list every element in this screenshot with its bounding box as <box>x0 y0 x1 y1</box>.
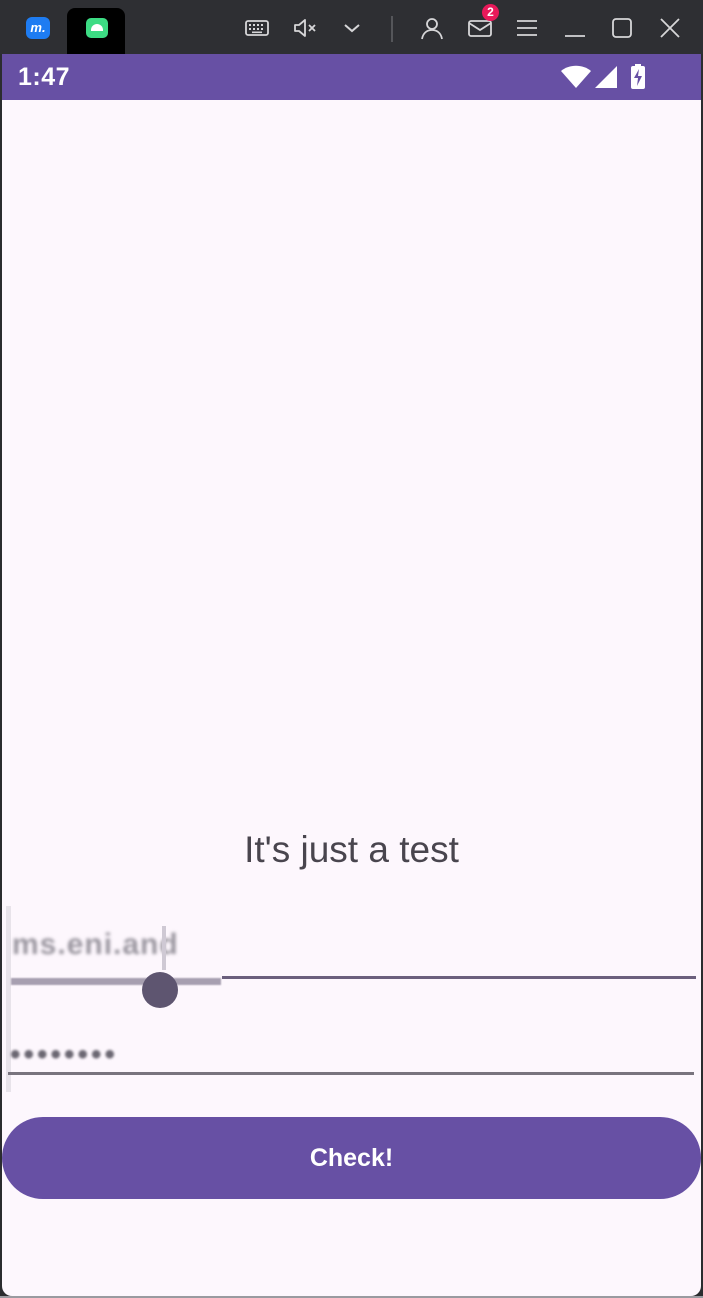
close-icon[interactable] <box>656 14 684 42</box>
password-underline <box>8 1072 694 1075</box>
mail-badge: 2 <box>482 4 499 21</box>
password-value: •••••••• <box>10 1038 119 1071</box>
username-value: ms.eni.and <box>12 928 179 961</box>
minimize-icon[interactable] <box>561 14 589 42</box>
battery-charging-icon <box>630 64 646 95</box>
field-underline <box>222 976 696 979</box>
emulator-titlebar: m. 2 <box>0 0 703 54</box>
status-time: 1:47 <box>18 63 71 91</box>
check-button[interactable]: Check! <box>2 1117 701 1199</box>
chevron-down-icon[interactable] <box>338 14 366 42</box>
text-cursor <box>162 926 166 970</box>
keyboard-icon[interactable] <box>243 14 271 42</box>
account-icon[interactable] <box>418 14 446 42</box>
wifi-icon <box>560 64 592 95</box>
maximize-icon[interactable] <box>608 14 636 42</box>
test-label: It's just a test <box>244 829 459 870</box>
selection-handle[interactable] <box>142 972 178 1008</box>
field-underline-active <box>11 978 221 985</box>
menu-icon[interactable] <box>513 14 541 42</box>
mute-icon[interactable] <box>291 14 319 42</box>
device-screen: 1:47 It's just a test ms.eni.and •••••••… <box>2 54 701 1296</box>
signal-icon <box>594 64 618 95</box>
android-icon <box>86 18 108 38</box>
app-logo-icon: m. <box>26 17 50 39</box>
home-tab[interactable]: m. <box>10 8 50 54</box>
password-field[interactable]: •••••••• <box>8 1024 694 1078</box>
android-device-tab[interactable] <box>67 8 125 54</box>
username-field[interactable]: ms.eni.and <box>6 906 696 1092</box>
status-bar: 1:47 <box>2 54 701 100</box>
toolbar-divider <box>391 16 393 42</box>
